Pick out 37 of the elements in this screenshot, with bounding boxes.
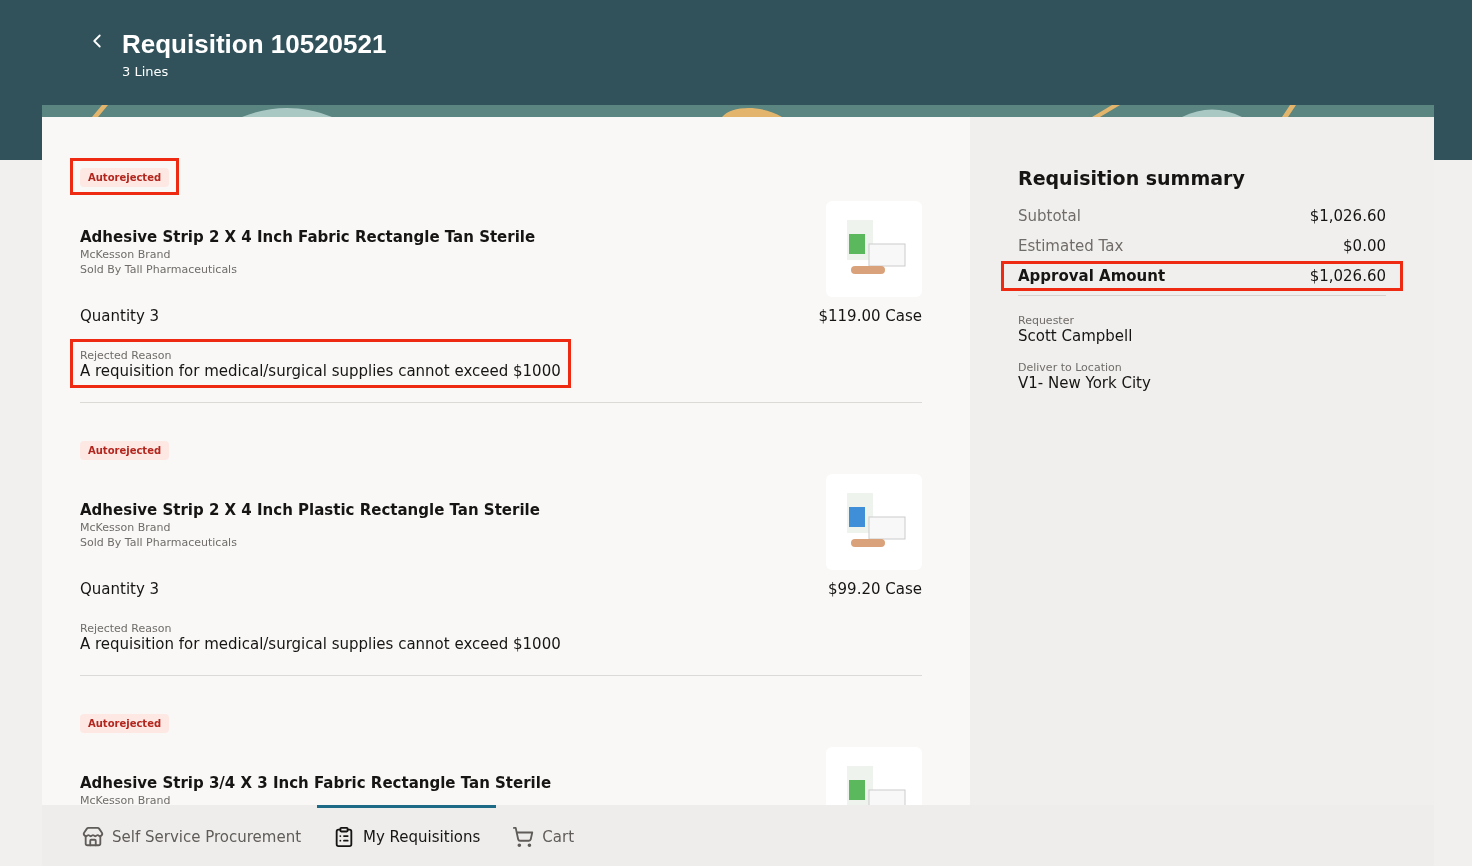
status-badge: Autorejected <box>80 441 170 460</box>
quantity-text: Quantity 3 <box>80 307 160 325</box>
detail-label: Requester <box>1018 314 1075 327</box>
seller-text: Sold By Tall Pharmaceuticals <box>80 536 238 549</box>
page-title: Requisition 10520521 <box>122 28 387 60</box>
price-text: $99.20 Case <box>828 580 922 598</box>
summary-label: Approval Amount <box>1018 267 1166 285</box>
brand-text: McKesson Brand <box>80 248 172 261</box>
reason-text: A requisition for medical/surgical supplies cannot exceed $1000 <box>80 362 561 380</box>
nav-tab[interactable]: Self Service Procurement <box>66 805 318 866</box>
summary-label: Subtotal <box>1018 207 1081 225</box>
store-icon <box>82 826 104 848</box>
line-count: 3 Lines <box>122 64 170 79</box>
quantity-text: Quantity 3 <box>80 580 160 598</box>
nav-tab[interactable]: My Requisitions <box>317 805 497 866</box>
reason-text: A requisition for medical/surgical supplies cannot exceed $1000 <box>80 635 561 653</box>
detail-label: Deliver to Location <box>1018 361 1123 374</box>
product-name[interactable]: Adhesive Strip 2 X 4 Inch Plastic Rectangle Tan Sterile <box>80 501 540 519</box>
status-badge: Autorejected <box>80 168 170 187</box>
nav-tab[interactable]: Cart <box>496 805 591 866</box>
product-name[interactable]: Adhesive Strip 2 X 4 Inch Fabric Rectangle Tan Sterile <box>80 228 536 246</box>
reason-label: Rejected Reason <box>80 622 173 635</box>
cart-icon <box>512 826 535 848</box>
summary-title: Requisition summary <box>1018 167 1246 189</box>
product-name[interactable]: Adhesive Strip 3/4 X 3 Inch Fabric Rectangle Tan Sterile <box>80 774 552 792</box>
price-text: $119.00 Case <box>818 307 922 325</box>
brand-text: McKesson Brand <box>80 521 172 534</box>
summary-value: $1,026.60 <box>1309 207 1386 225</box>
summary-value: $0.00 <box>1343 237 1386 255</box>
detail-value: Scott Campbell <box>1018 327 1134 345</box>
summary-label: Estimated Tax <box>1018 237 1124 255</box>
seller-text: Sold By Tall Pharmaceuticals <box>80 263 238 276</box>
brand-text: McKesson Brand <box>80 794 172 805</box>
detail-value: V1- New York City <box>1018 374 1152 392</box>
reason-label: Rejected Reason <box>80 349 173 362</box>
status-badge: Autorejected <box>80 714 170 733</box>
summary-value: $1,026.60 <box>1309 267 1386 285</box>
